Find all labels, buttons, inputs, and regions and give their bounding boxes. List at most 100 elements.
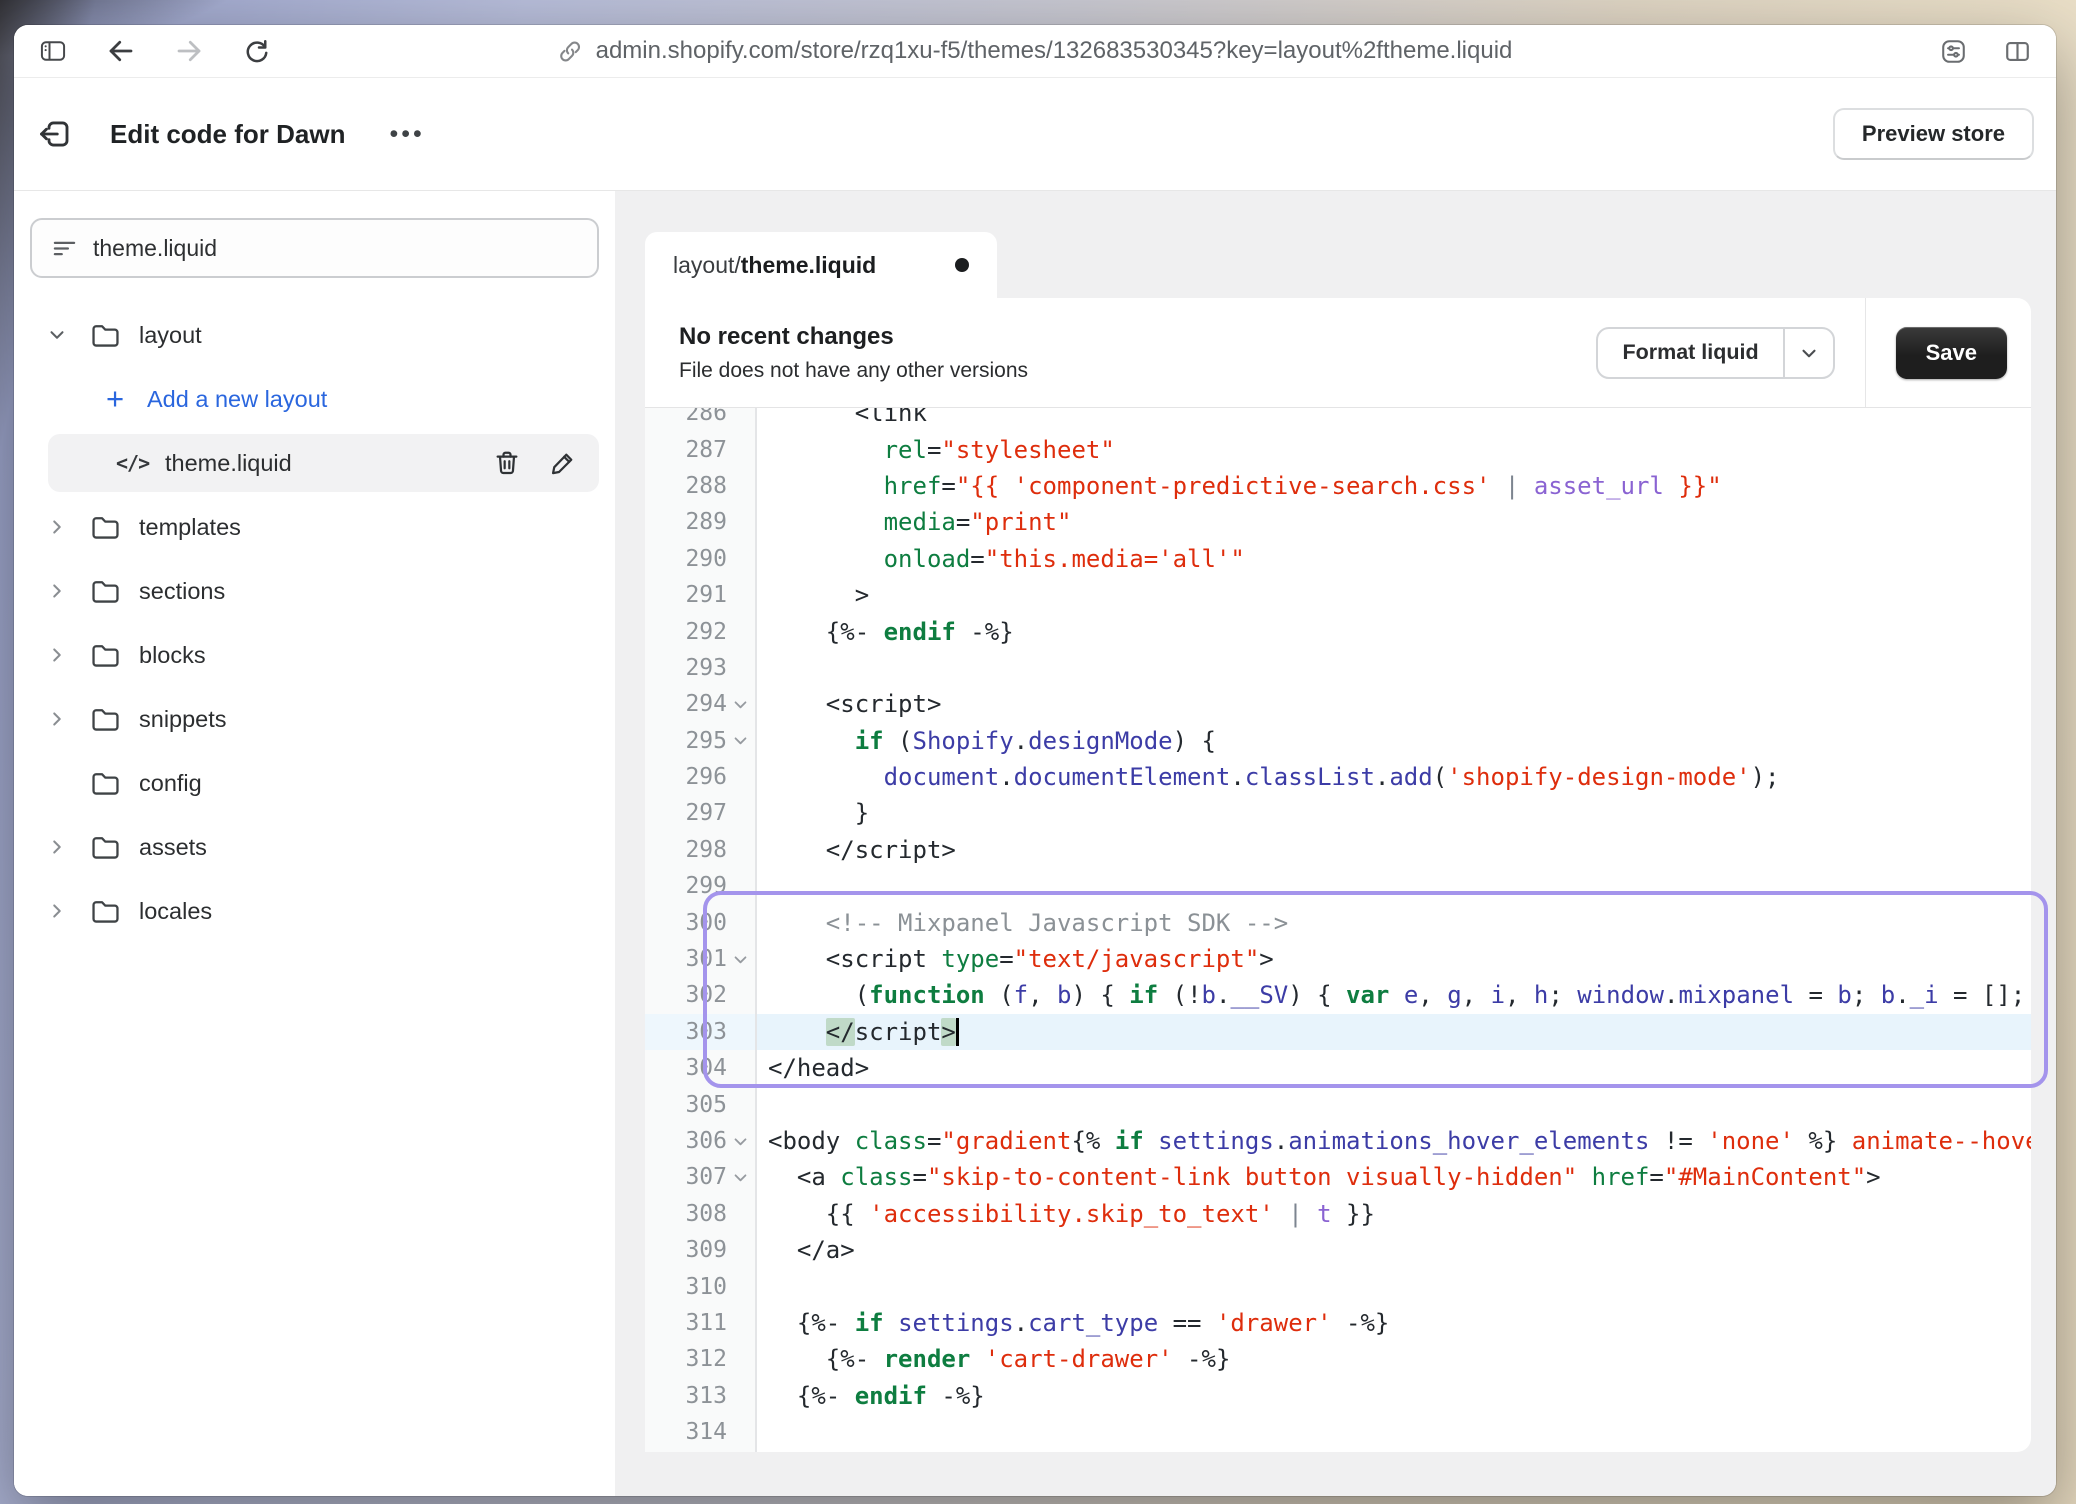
sidebar-item-blocks[interactable]: blocks xyxy=(14,623,615,687)
sidebar-item-sections[interactable]: sections xyxy=(14,559,615,623)
file-tab[interactable]: layout/theme.liquid xyxy=(645,232,997,298)
sidebar-item-label: Add a new layout xyxy=(147,386,327,413)
line-number: 304 xyxy=(645,1055,727,1081)
format-liquid-button[interactable]: Format liquid xyxy=(1596,327,1834,379)
line-number: 300 xyxy=(645,910,727,936)
code-line-305[interactable]: 305 xyxy=(645,1086,2031,1122)
chevron-down-icon[interactable] xyxy=(46,324,72,346)
preview-store-button[interactable]: Preview store xyxy=(1833,108,2034,160)
code-line-314[interactable]: 314 xyxy=(645,1414,2031,1450)
line-gutter: 291 xyxy=(645,577,757,613)
line-gutter: 308 xyxy=(645,1196,757,1232)
code-line-291[interactable]: 291 > xyxy=(645,577,2031,613)
fold-chevron-icon[interactable] xyxy=(727,732,753,749)
code-line-289[interactable]: 289 media="print" xyxy=(645,504,2031,540)
code-text: {%- endif -%} xyxy=(757,613,2031,649)
chevron-right-icon[interactable] xyxy=(46,644,72,666)
code-line-286[interactable]: 286 <link xyxy=(645,408,2031,431)
code-text: </script> xyxy=(757,1014,2031,1050)
sidebar-item-assets[interactable]: assets xyxy=(14,815,615,879)
line-number: 287 xyxy=(645,437,727,463)
more-actions-button[interactable]: ••• xyxy=(389,120,424,149)
chevron-right-icon[interactable] xyxy=(46,836,72,858)
code-line-294[interactable]: 294 <script> xyxy=(645,686,2031,722)
sidebar-item-label: sections xyxy=(139,578,225,605)
toolbar-left-group xyxy=(34,32,276,70)
code-text xyxy=(757,650,2031,686)
editor-area: layout/theme.liquid No recent changes Fi… xyxy=(615,191,2056,1496)
chevron-right-icon[interactable] xyxy=(46,900,72,922)
code-line-288[interactable]: 288 href="{{ 'component-predictive-searc… xyxy=(645,468,2031,504)
forward-icon xyxy=(174,36,204,66)
page-settings-button[interactable] xyxy=(1934,32,1972,70)
code-line-295[interactable]: 295 if (Shopify.designMode) { xyxy=(645,723,2031,759)
code-line-287[interactable]: 287 rel="stylesheet" xyxy=(645,431,2031,467)
code-line-310[interactable]: 310 xyxy=(645,1268,2031,1304)
back-button[interactable] xyxy=(102,32,140,70)
line-gutter: 289 xyxy=(645,504,757,540)
sidebar-item-config[interactable]: config xyxy=(14,751,615,815)
line-gutter: 290 xyxy=(645,541,757,577)
format-liquid-menu-button[interactable] xyxy=(1783,329,1833,377)
code-text: onload="this.media='all'" xyxy=(757,541,2031,577)
plus-icon: + xyxy=(98,381,132,417)
code-line-304[interactable]: 304</head> xyxy=(645,1050,2031,1086)
code-line-296[interactable]: 296 document.documentElement.classList.a… xyxy=(645,759,2031,795)
code-editor[interactable]: 286 <link287 rel="stylesheet"288 href="{… xyxy=(645,408,2031,1452)
pencil-icon[interactable] xyxy=(549,449,577,477)
code-line-290[interactable]: 290 onload="this.media='all'" xyxy=(645,541,2031,577)
code-line-311[interactable]: 311 {%- if settings.cart_type == 'drawer… xyxy=(645,1305,2031,1341)
line-number: 289 xyxy=(645,509,727,535)
code-text: > xyxy=(757,577,2031,613)
split-view-button[interactable] xyxy=(1998,32,2036,70)
code-line-306[interactable]: 306<body class="gradient{% if settings.a… xyxy=(645,1123,2031,1159)
code-line-307[interactable]: 307 <a class="skip-to-content-link butto… xyxy=(645,1159,2031,1195)
line-gutter: 314 xyxy=(645,1414,757,1450)
forward-button[interactable] xyxy=(170,32,208,70)
code-line-315[interactable]: 315 <script> xyxy=(645,1450,2031,1452)
code-line-308[interactable]: 308 {{ 'accessibility.skip_to_text' | t … xyxy=(645,1196,2031,1232)
code-line-299[interactable]: 299 xyxy=(645,868,2031,904)
code-line-300[interactable]: 300 <!-- Mixpanel Javascript SDK --> xyxy=(645,904,2031,940)
chevron-right-icon[interactable] xyxy=(46,516,72,538)
code-text: </a> xyxy=(757,1232,2031,1268)
trash-icon[interactable] xyxy=(493,449,521,477)
sidebar-item-theme-liquid[interactable]: </>theme.liquid xyxy=(48,434,599,492)
file-search-field[interactable] xyxy=(30,218,599,278)
code-line-297[interactable]: 297 } xyxy=(645,795,2031,831)
sidebar-item-layout[interactable]: layout xyxy=(14,303,615,367)
sidebar-item-add-a-new-layout[interactable]: + Add a new layout xyxy=(14,367,615,431)
exit-editor-button[interactable] xyxy=(36,115,74,153)
fold-chevron-icon[interactable] xyxy=(727,1169,753,1186)
reload-button[interactable] xyxy=(238,32,276,70)
sidebar-item-locales[interactable]: locales xyxy=(14,879,615,943)
code-line-301[interactable]: 301 <script type="text/javascript"> xyxy=(645,941,2031,977)
code-line-313[interactable]: 313 {%- endif -%} xyxy=(645,1378,2031,1414)
url-bar[interactable]: admin.shopify.com/store/rzq1xu-f5/themes… xyxy=(558,25,1513,77)
file-search-input[interactable] xyxy=(93,235,578,262)
code-line-293[interactable]: 293 xyxy=(645,650,2031,686)
code-text: href="{{ 'component-predictive-search.cs… xyxy=(757,468,2031,504)
line-number: 298 xyxy=(645,837,727,863)
code-line-303[interactable]: 303 </script> xyxy=(645,1014,2031,1050)
line-gutter: 303 xyxy=(645,1014,757,1050)
fold-chevron-icon[interactable] xyxy=(727,696,753,713)
sidebar-item-snippets[interactable]: snippets xyxy=(14,687,615,751)
chevron-right-icon[interactable] xyxy=(46,580,72,602)
code-line-292[interactable]: 292 {%- endif -%} xyxy=(645,613,2031,649)
code-line-298[interactable]: 298 </script> xyxy=(645,832,2031,868)
url-text: admin.shopify.com/store/rzq1xu-f5/themes… xyxy=(596,37,1513,65)
chevron-right-icon[interactable] xyxy=(46,708,72,730)
link-icon xyxy=(558,39,583,64)
fold-chevron-icon[interactable] xyxy=(727,951,753,968)
save-button[interactable]: Save xyxy=(1896,327,2007,379)
line-gutter: 302 xyxy=(645,977,757,1013)
code-line-302[interactable]: 302 (function (f, b) { if (!b.__SV) { va… xyxy=(645,977,2031,1013)
fold-chevron-icon[interactable] xyxy=(727,1133,753,1150)
sidebar-item-templates[interactable]: templates xyxy=(14,495,615,559)
code-line-309[interactable]: 309 </a> xyxy=(645,1232,2031,1268)
line-number: 306 xyxy=(645,1128,727,1154)
code-line-312[interactable]: 312 {%- render 'cart-drawer' -%} xyxy=(645,1341,2031,1377)
sidebar-toggle-button[interactable] xyxy=(34,32,72,70)
sidebar-item-label: assets xyxy=(139,834,207,861)
